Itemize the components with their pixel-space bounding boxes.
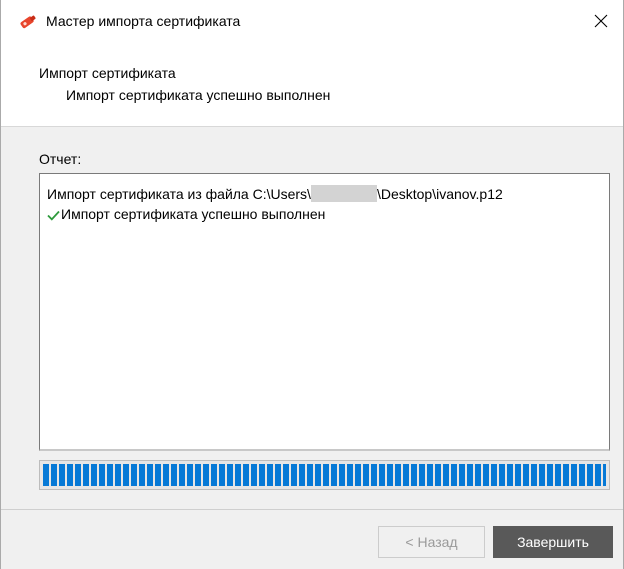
report-line-source-prefix: Импорт сертификата из файла C:\Users\ [47, 186, 311, 202]
report-line-source-suffix: \Desktop\ivanov.p12 [376, 186, 503, 202]
certificate-wizard-icon [18, 13, 38, 29]
close-button[interactable] [579, 0, 623, 42]
checkmark-icon [47, 208, 60, 224]
back-button[interactable]: < Назад [378, 526, 485, 558]
report-line-result: Импорт сертификата успешно выполнен [47, 206, 325, 224]
progress-fill [43, 464, 606, 486]
finish-button[interactable]: Завершить [493, 526, 613, 558]
report-line-result-text: Импорт сертификата успешно выполнен [61, 206, 326, 222]
report-line-source: Импорт сертификата из файла C:\Users\ \De… [47, 185, 503, 202]
redacted-username [310, 185, 377, 202]
page-subtitle: Импорт сертификата успешно выполнен [66, 87, 331, 103]
certificate-import-wizard-window: Мастер импорта сертификата Импорт сертиф… [0, 0, 624, 569]
page-title: Импорт сертификата [39, 65, 176, 81]
report-label: Отчет: [39, 151, 82, 167]
footer-divider [1, 509, 623, 510]
title-bar: Мастер импорта сертификата [1, 0, 623, 42]
progress-bar [39, 460, 610, 490]
window-title: Мастер импорта сертификата [46, 13, 241, 29]
report-log-box[interactable]: Импорт сертификата из файла C:\Users\ \De… [39, 173, 610, 451]
wizard-header: Импорт сертификата Импорт сертификата ус… [1, 42, 623, 127]
close-icon [594, 14, 608, 28]
